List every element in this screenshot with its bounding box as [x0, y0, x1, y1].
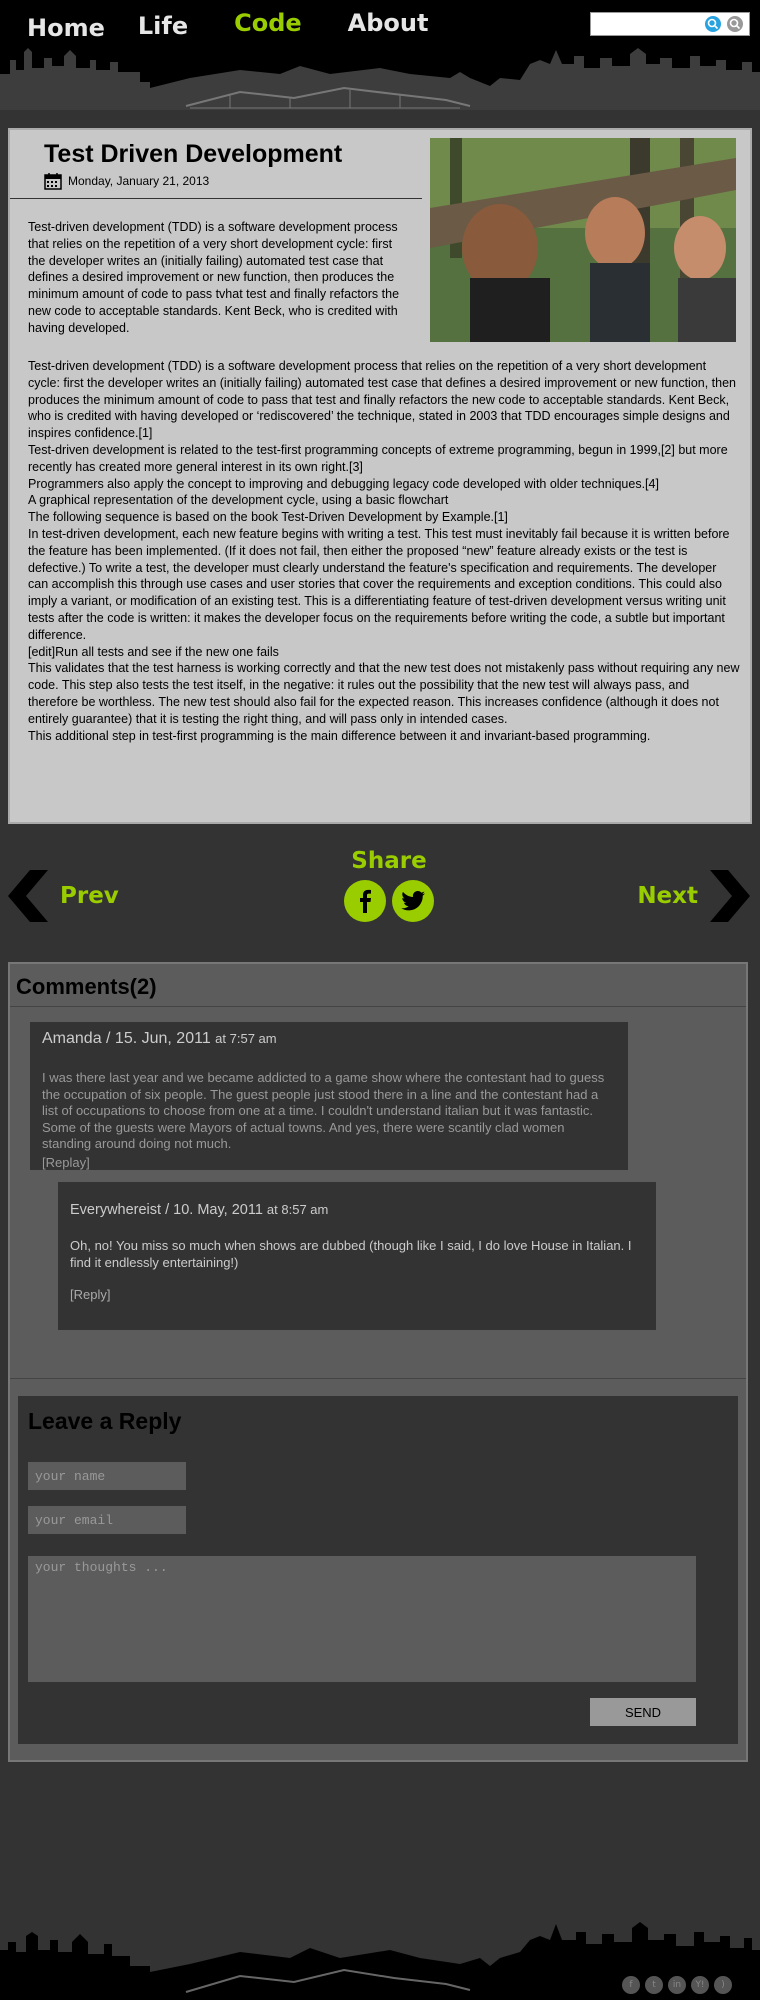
clear-search-icon[interactable] — [727, 16, 743, 32]
comment-reply-link[interactable]: [Reply] — [70, 1287, 644, 1302]
site-footer: © 2013 Alpár Gábos. All rights reserved.… — [0, 1880, 760, 2000]
comment-author: Amanda / 15. Jun, 2011 — [42, 1030, 211, 1047]
facebook-share-icon[interactable] — [344, 880, 386, 922]
search-input[interactable] — [591, 13, 701, 35]
comment-body: I was there last year and we became addi… — [42, 1070, 605, 1152]
reply-divider — [10, 1378, 746, 1379]
comment-reply-link[interactable]: [Replay] — [42, 1155, 616, 1170]
article-paragraph: Test-driven development is related to th… — [28, 442, 728, 474]
search-icon[interactable] — [705, 16, 721, 32]
article-paragraph: This additional step in test-first progr… — [28, 728, 651, 743]
nav-about[interactable]: About — [348, 9, 429, 42]
article-paragraph: [edit]Run all tests and see if the new o… — [28, 644, 279, 659]
chevron-left-icon — [8, 870, 48, 922]
nav-life[interactable]: Life — [138, 12, 188, 42]
name-field[interactable] — [28, 1462, 186, 1490]
yahoo-icon[interactable]: Y! — [691, 1976, 709, 1994]
social-links: f t in Y! ) — [622, 1976, 732, 1994]
site-header: Home Life Code About — [0, 0, 760, 110]
article-paragraph: The following sequence is based on the b… — [28, 510, 508, 525]
prev-label: Prev — [60, 883, 119, 909]
article-photo — [430, 138, 736, 342]
nav-code[interactable]: Code — [234, 9, 302, 42]
article-date-row: Monday, January 21, 2013 — [44, 172, 209, 190]
city-skyline-graphic — [0, 48, 760, 110]
twitter-icon[interactable]: t — [645, 1976, 663, 1994]
comments-section: Comments(2) Amanda / 15. Jun, 2011 at 7:… — [8, 962, 748, 1762]
share-block: Share — [344, 848, 434, 922]
comments-divider — [10, 1006, 746, 1007]
comment: Amanda / 15. Jun, 2011 at 7:57 am I was … — [30, 1022, 628, 1170]
chevron-right-icon — [710, 870, 750, 922]
title-divider — [10, 198, 422, 199]
twitter-share-icon[interactable] — [392, 880, 434, 922]
share-title: Share — [351, 848, 427, 874]
comment-time: at 8:57 am — [266, 1202, 329, 1217]
article-body: Test-driven development (TDD) is a softw… — [28, 358, 740, 744]
thoughts-field[interactable] — [28, 1556, 696, 1682]
facebook-icon[interactable]: f — [622, 1976, 640, 1994]
next-label: Next — [637, 883, 698, 909]
article: Test Driven Development Monday, January … — [8, 128, 752, 824]
comment-time: at 7:57 am — [215, 1031, 277, 1046]
prev-link[interactable]: Prev — [8, 870, 119, 922]
rss-icon[interactable]: ) — [714, 1976, 732, 1994]
article-title: Test Driven Development — [44, 140, 343, 168]
nav-home[interactable]: Home — [27, 14, 105, 42]
article-paragraph: Test-driven development (TDD) is a softw… — [28, 359, 736, 441]
calendar-icon — [44, 173, 62, 190]
comment-body: Oh, no! You miss so much when shows are … — [70, 1238, 632, 1270]
search-box — [590, 12, 750, 36]
reply-form-title: Leave a Reply — [28, 1408, 182, 1434]
linkedin-icon[interactable]: in — [668, 1976, 686, 1994]
share-icons — [344, 880, 434, 922]
article-date: Monday, January 21, 2013 — [68, 174, 210, 188]
article-paragraph: This validates that the test harness is … — [28, 661, 740, 726]
comment-author: Everywhereist / 10. May, 2011 — [70, 1202, 263, 1218]
article-intro: Test-driven development (TDD) is a softw… — [28, 220, 400, 335]
email-field[interactable] — [28, 1506, 186, 1534]
copyright: © 2013 Alpár Gábos. All rights reserved. — [2, 1984, 181, 1995]
comment-header: Everywhereist / 10. May, 2011 at 8:57 am — [70, 1202, 644, 1218]
comment-header: Amanda / 15. Jun, 2011 at 7:57 am — [42, 1030, 616, 1048]
article-paragraph: Programmers also apply the concept to im… — [28, 476, 659, 491]
reply-form: Leave a Reply SEND — [18, 1396, 738, 1744]
comment-reply: Everywhereist / 10. May, 2011 at 8:57 am… — [58, 1182, 656, 1330]
article-paragraph: A graphical representation of the develo… — [28, 493, 449, 508]
send-button[interactable]: SEND — [590, 1698, 696, 1726]
next-link[interactable]: Next — [637, 870, 750, 922]
article-paragraph: In test-driven development, each new fea… — [28, 526, 730, 642]
main-nav: Home Life Code About — [0, 8, 428, 42]
comments-title: Comments(2) — [16, 974, 157, 999]
